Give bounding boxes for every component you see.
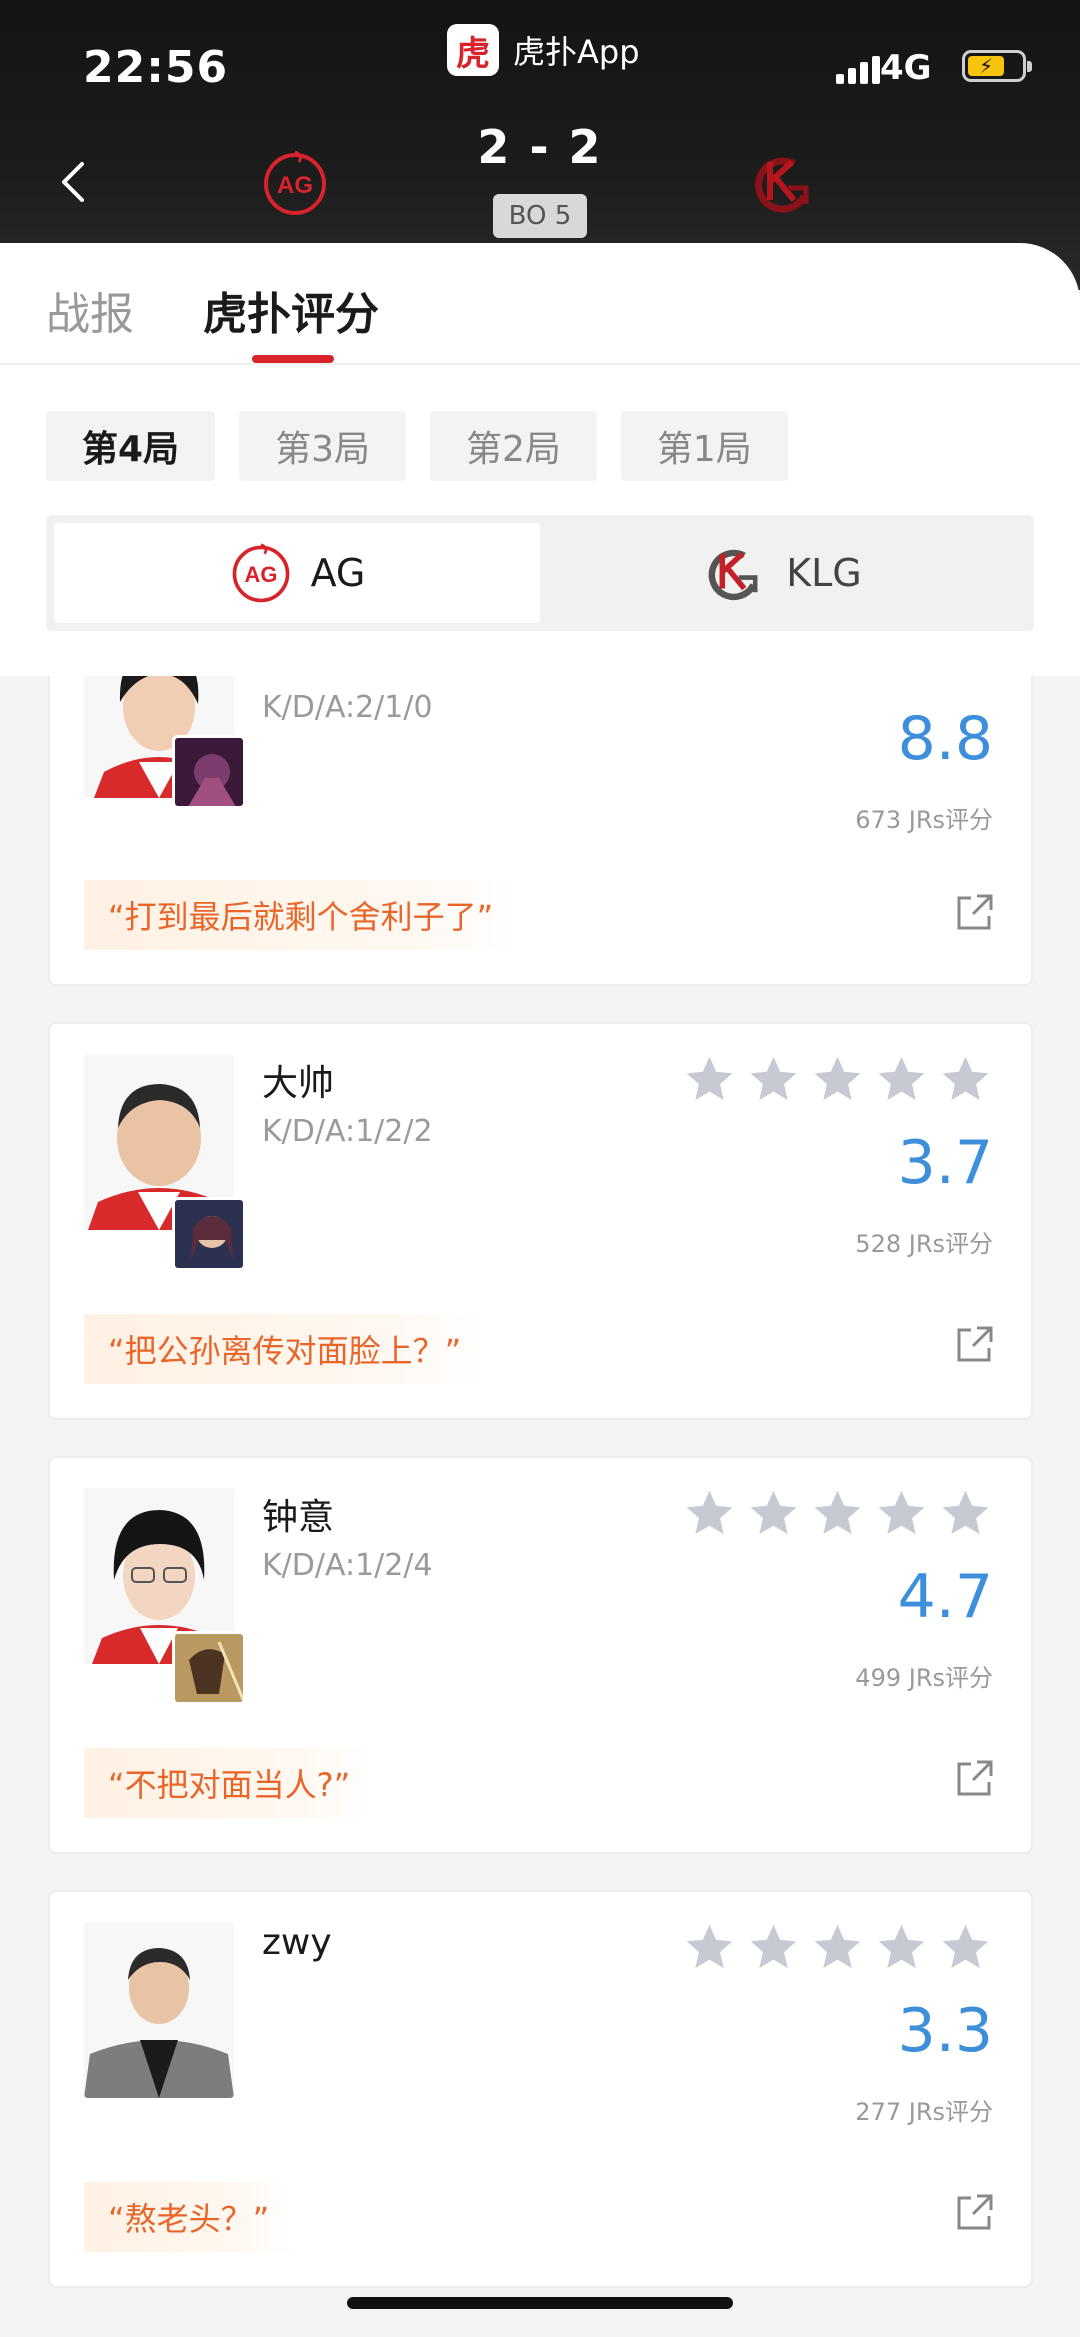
app-name: 虎扑App	[513, 33, 640, 71]
tab-active-indicator	[252, 355, 334, 363]
back-arrow-icon	[62, 162, 84, 202]
svg-text:AG: AG	[244, 562, 277, 587]
player-top-comment[interactable]: “熬老头？”	[84, 2182, 294, 2252]
game-4-button[interactable]: 第4局	[46, 411, 216, 481]
svg-text:AG: AG	[277, 172, 313, 199]
player-vote-count: 499 JRs评分	[855, 1664, 993, 1692]
player-name: 钟意	[262, 1497, 335, 1538]
player-vote-count: 277 JRs评分	[855, 2098, 993, 2126]
player-name: 大帅	[262, 1063, 335, 1104]
player-card[interactable]: 钟意 K/D/A:1/2/4 4.7 499 JRs评分 “不把对面当人?”	[48, 1456, 1033, 1854]
star-icon[interactable]	[746, 1920, 801, 1975]
team-right-logo[interactable]	[745, 143, 825, 223]
back-button[interactable]	[50, 152, 94, 212]
star-icon[interactable]	[682, 1052, 737, 1107]
game-2-button[interactable]: 第2局	[429, 411, 597, 481]
star-icon[interactable]	[746, 1486, 801, 1541]
player-vote-count: 673 JRs评分	[855, 806, 993, 834]
team-option-ag[interactable]: AG AG	[54, 523, 540, 623]
game-1-button[interactable]: 第1局	[620, 411, 788, 481]
player-kda: K/D/A:1/2/4	[262, 1548, 433, 1583]
game-selector: 第4局 第3局 第2局 第1局	[46, 411, 788, 481]
player-top-comment[interactable]: “打到最后就剩个舍利子了”	[84, 880, 518, 950]
hero-icon	[172, 735, 246, 809]
star-icon[interactable]	[810, 1486, 865, 1541]
ag-logo-icon: AG	[232, 543, 289, 603]
signal-icon	[836, 54, 880, 84]
player-kda: K/D/A:1/2/2	[262, 1114, 433, 1149]
hero-icon	[172, 1197, 246, 1271]
player-card[interactable]: zwy 3.3 277 JRs评分 “熬老头？”	[48, 1890, 1033, 2288]
team-switch: AG AG KLG	[46, 515, 1034, 631]
player-card[interactable]: 大帅 K/D/A:1/2/2 3.7 528 JRs评分 “把公孙离传对面脸上？…	[48, 1022, 1033, 1420]
player-rating: 3.3	[897, 1996, 993, 2066]
star-icon[interactable]	[810, 1052, 865, 1107]
network-label: 4G	[880, 48, 932, 88]
rating-stars[interactable]	[682, 1486, 993, 1541]
ag-logo-icon: AG	[264, 150, 326, 215]
home-indicator[interactable]	[347, 2297, 733, 2309]
player-rating: 4.7	[897, 1562, 993, 1632]
app-logo-icon: 虎	[447, 24, 499, 76]
battery-icon: ⚡	[962, 50, 1032, 82]
star-icon[interactable]	[810, 1920, 865, 1975]
share-icon[interactable]	[955, 1324, 995, 1364]
team-left-logo[interactable]: AG	[255, 143, 335, 223]
player-top-comment[interactable]: “把公孙离传对面脸上？”	[84, 1314, 486, 1384]
app-chip[interactable]: 虎 虎扑App	[447, 24, 640, 76]
game-3-button[interactable]: 第3局	[239, 411, 406, 481]
star-icon[interactable]	[682, 1920, 737, 1975]
team-option-label: KLG	[786, 551, 862, 595]
tab-report[interactable]: 战报	[46, 278, 134, 342]
hero-icon	[172, 1631, 246, 1705]
player-kda: K/D/A:2/1/0	[262, 690, 433, 725]
tab-hupu-rating[interactable]: 虎扑评分	[203, 278, 379, 342]
match-format-badge: BO 5	[493, 194, 587, 238]
star-icon[interactable]	[874, 1920, 929, 1975]
klg-logo-icon	[755, 157, 809, 213]
klg-logo-icon	[708, 549, 758, 601]
rating-stars[interactable]	[682, 1920, 993, 1975]
star-icon[interactable]	[874, 1052, 929, 1107]
player-rating: 8.8	[897, 704, 993, 774]
team-option-label: AG	[310, 551, 366, 595]
player-name: zwy	[262, 1922, 332, 1963]
star-icon[interactable]	[874, 1486, 929, 1541]
player-rating: 3.7	[897, 1128, 993, 1198]
rating-panel: 战报 虎扑评分 第4局 第3局 第2局 第1局 AG AG KLG	[0, 243, 1080, 676]
star-icon[interactable]	[938, 1920, 993, 1975]
player-top-comment[interactable]: “不把对面当人?”	[84, 1748, 375, 1818]
star-icon[interactable]	[682, 1486, 737, 1541]
match-score: 2 - 2	[477, 120, 603, 174]
player-avatar	[84, 1922, 234, 2098]
share-icon[interactable]	[955, 2192, 995, 2232]
tab-bar: 战报 虎扑评分	[0, 243, 1080, 365]
star-icon[interactable]	[938, 1052, 993, 1107]
star-icon[interactable]	[746, 1052, 801, 1107]
share-icon[interactable]	[955, 1758, 995, 1798]
share-icon[interactable]	[955, 892, 995, 932]
player-vote-count: 528 JRs评分	[855, 1230, 993, 1258]
rating-stars[interactable]	[682, 1052, 993, 1107]
team-option-klg[interactable]: KLG	[540, 523, 1026, 623]
star-icon[interactable]	[938, 1486, 993, 1541]
status-time: 22:56	[83, 42, 229, 93]
